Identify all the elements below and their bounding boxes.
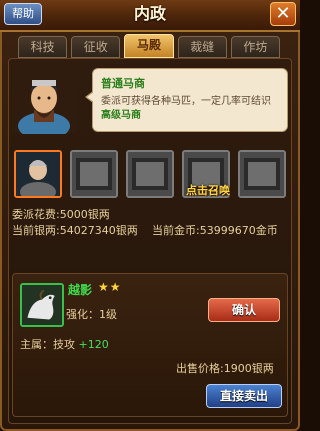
dispatch-cost-label: 委派花费:: [12, 208, 60, 221]
horse-name: 越影: [68, 283, 93, 297]
star-rating: ★★: [98, 280, 122, 294]
confirm-button[interactable]: 确认: [208, 298, 280, 322]
locked-gate-icon: [240, 152, 284, 196]
merchant-slot-1[interactable]: [14, 150, 62, 202]
merchant-portrait: [12, 70, 76, 134]
help-button[interactable]: 帮助: [4, 3, 42, 25]
tab-tech[interactable]: 科技: [18, 36, 68, 58]
merchant-description: 委派可获得各种马匹，一定几率可结识高级马商: [101, 95, 279, 123]
close-icon: ✕: [275, 3, 291, 24]
merchant-slot-5[interactable]: [238, 150, 286, 198]
current-silver-label: 当前银两:: [12, 224, 60, 237]
locked-gate-icon: [72, 152, 116, 196]
enhance-level: 强化：1级: [66, 308, 117, 321]
merchant-avatar-icon: [16, 152, 60, 202]
locked-gate-icon: [128, 152, 172, 196]
current-gold: 当前金币:53999670金币: [152, 222, 278, 238]
sell-price-label: 出售价格:: [176, 362, 224, 375]
merchant-name: 普通马商: [101, 77, 145, 90]
horse-icon[interactable]: [20, 283, 64, 327]
sell-direct-button[interactable]: 直接卖出: [206, 384, 282, 408]
dispatch-cost-value: 5000银两: [59, 208, 110, 221]
close-button[interactable]: ✕: [270, 2, 296, 26]
current-silver: 当前银两:54027340银两: [12, 222, 138, 238]
tab-bar: 科技 征收 马殿 裁缝 作坊: [18, 34, 281, 58]
main-attribute: 主属：技攻 +120: [20, 336, 109, 352]
tab-levy[interactable]: 征收: [71, 36, 121, 58]
dialog-title: 内政: [133, 4, 166, 23]
senior-merchant-highlight: 高级马商: [101, 110, 141, 121]
main-attribute-bonus: +120: [75, 338, 109, 351]
current-silver-value: 54027340银两: [59, 224, 138, 237]
summon-label[interactable]: 点击召唤: [184, 182, 232, 198]
merchant-slots: 点击召唤: [14, 150, 286, 202]
main-attribute-label: 主属：技攻: [20, 338, 75, 351]
sell-price-value: 1900银两: [223, 362, 274, 375]
current-gold-label: 当前金币:: [152, 224, 200, 237]
merchant-slot-3[interactable]: [126, 150, 174, 198]
merchant-slot-2[interactable]: [70, 150, 118, 198]
sell-price: 出售价格:1900银两: [176, 360, 274, 376]
tab-workshop[interactable]: 作坊: [230, 36, 281, 58]
title-bar: 帮助 内政 ✕: [0, 0, 300, 32]
merchant-description-text: 委派可获得各种马匹，一定几率可结识: [101, 96, 271, 107]
dispatch-cost: 委派花费:5000银两: [12, 206, 110, 222]
tab-tailor[interactable]: 裁缝: [177, 36, 227, 58]
tab-stable[interactable]: 马殿: [124, 34, 174, 58]
current-gold-value: 53999670金币: [199, 224, 278, 237]
merchant-speech-bubble: 普通马商 委派可获得各种马匹，一定几率可结识高级马商: [85, 68, 288, 132]
merchant-slot-4[interactable]: 点击召唤: [182, 150, 230, 198]
